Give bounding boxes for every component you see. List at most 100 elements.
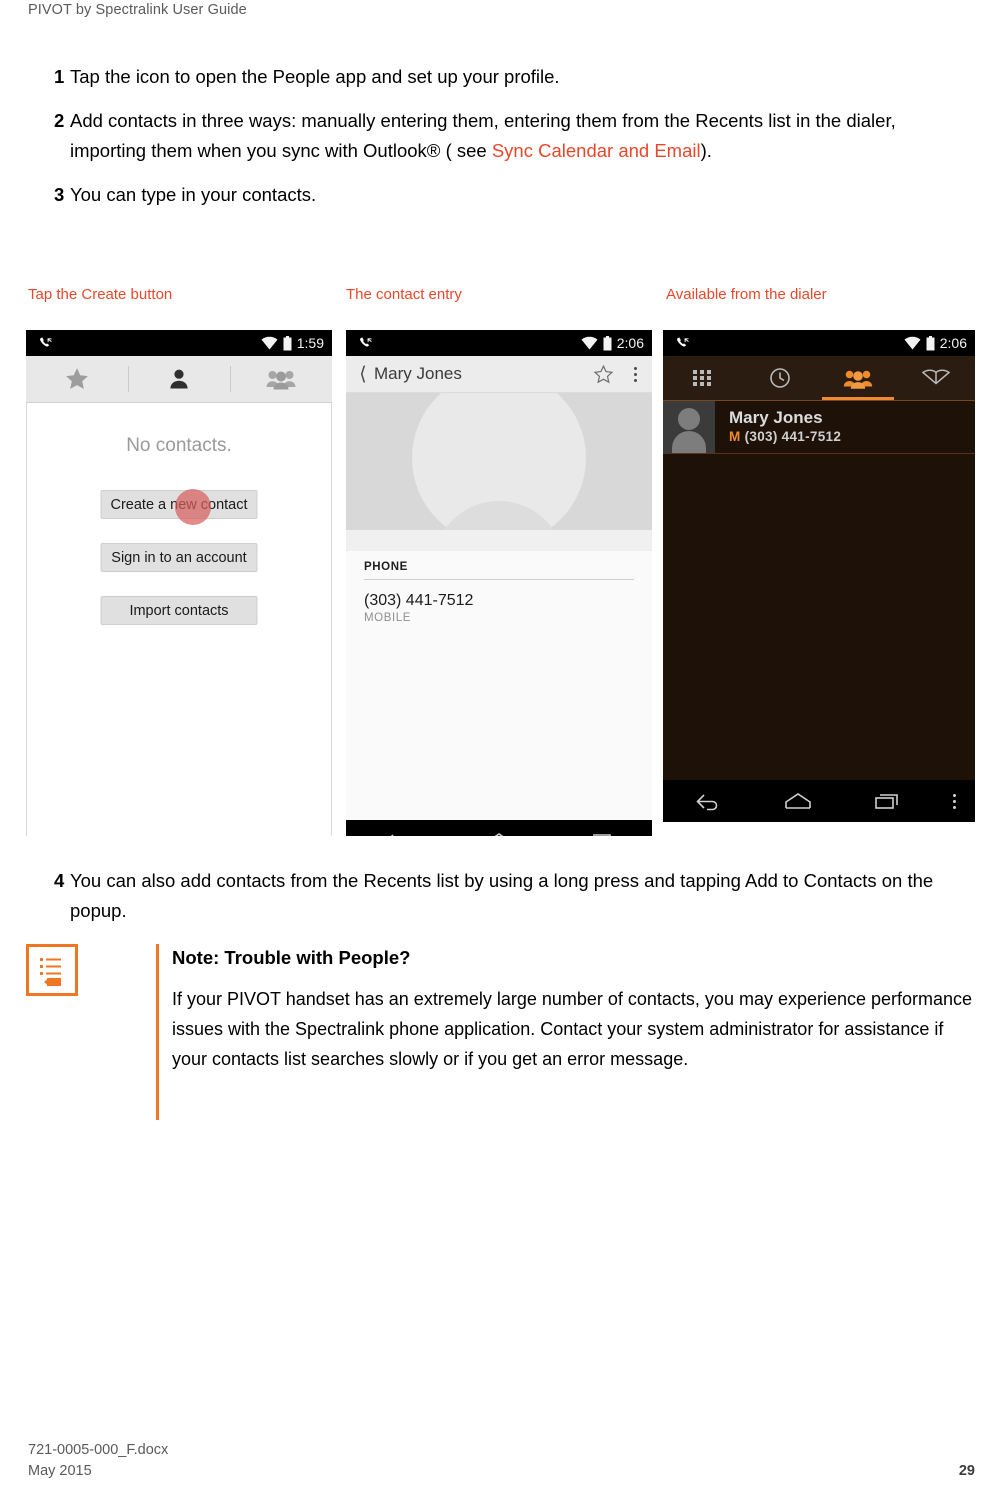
section-label-phone: PHONE [364, 561, 634, 580]
nav-overflow-button[interactable] [933, 793, 975, 809]
step-number: 3 [54, 184, 65, 205]
status-clock: 2:06 [939, 335, 967, 351]
wifi-icon [904, 336, 921, 350]
overflow-menu-icon[interactable] [618, 366, 652, 382]
tab-groups[interactable] [230, 356, 332, 402]
android-nav-bar [346, 820, 652, 836]
contact-detail-filler [346, 624, 652, 820]
empty-state-message: No contacts. [126, 435, 232, 456]
avatar-body-shape [672, 431, 706, 453]
avatar-head-shape [678, 408, 700, 430]
tab-favorites[interactable] [26, 356, 128, 402]
list-item[interactable]: Mary Jones M (303) 441-7512 [663, 401, 975, 454]
screenshot-contact-entry: 2:06 ⟨ Mary Jones PHONE (303) 441-7512 M… [346, 330, 652, 836]
note-title: Note: Trouble with People? [172, 947, 411, 968]
android-nav-bar [663, 780, 975, 822]
status-bar: 1:59 [26, 330, 332, 356]
step-text: You can also add contacts from the Recen… [70, 870, 934, 921]
battery-icon [283, 335, 292, 350]
contact-avatar [663, 401, 715, 453]
tab-keypad[interactable] [663, 356, 741, 400]
overflow-dot [952, 799, 956, 803]
group-icon [266, 371, 296, 390]
tab-all-contacts[interactable] [128, 356, 230, 402]
contact-action-bar: ⟨ Mary Jones [346, 356, 652, 393]
photo-divider [346, 530, 652, 550]
status-bar-right: 1:59 [261, 333, 324, 353]
step-text-part: Add contacts in three ways: manually ent… [70, 110, 896, 161]
back-chevron-icon[interactable]: ⟨ [352, 356, 374, 393]
wifi-icon [581, 336, 598, 350]
footer-doc-id: 721-0005-000_F.docx [28, 1442, 169, 1458]
overflow-dot [952, 793, 956, 797]
status-bar-right: 2:06 [904, 333, 967, 353]
list-item: 2 Add contacts in three ways: manually e… [0, 106, 1003, 166]
tab-contacts[interactable] [819, 356, 897, 400]
status-clock: 2:06 [616, 335, 644, 351]
note-list-icon [26, 944, 78, 996]
nav-home-button[interactable] [753, 791, 843, 811]
back-arrow-icon [696, 794, 718, 811]
number-type-initial: M [729, 429, 741, 444]
nav-recents-button[interactable] [843, 791, 933, 811]
sign-in-account-button[interactable]: Sign in to an account [100, 543, 258, 572]
contacts-list-filler [663, 454, 975, 780]
list-item: 1 Tap the icon to open the People app an… [0, 62, 1003, 92]
nav-back-button[interactable] [663, 791, 753, 811]
status-bar-right: 2:06 [581, 333, 644, 353]
people-empty-body: No contacts. Create a new contact Sign i… [26, 403, 332, 836]
screenshot-row: 1:59 No contacts. Create a new contact S… [0, 330, 1003, 838]
contact-number: (303) 441-7512 [744, 429, 842, 444]
overflow-dot [952, 805, 956, 809]
caption-contact-entry: The contact entry [346, 286, 462, 303]
recents-icon [875, 794, 898, 809]
star-icon [66, 368, 88, 389]
step-list: 1 Tap the icon to open the People app an… [0, 62, 1003, 224]
screenshot-people-empty: 1:59 No contacts. Create a new contact S… [26, 330, 332, 836]
step-text: Add contacts in three ways: manually ent… [70, 106, 960, 166]
contact-name-title: Mary Jones [374, 364, 462, 383]
status-bar: 2:06 [346, 330, 652, 356]
contact-phone-type: MOBILE [364, 612, 412, 624]
contact-name: Mary Jones [729, 408, 823, 427]
contact-photo-placeholder [346, 393, 652, 530]
active-tab-indicator [822, 397, 894, 400]
battery-icon [603, 335, 612, 350]
list-item: 3 You can type in your contacts. [0, 180, 1003, 210]
open-book-icon [921, 369, 951, 385]
tab-favorites[interactable] [897, 356, 975, 400]
step-list-continued: 4 You can also add contacts from the Rec… [0, 866, 1003, 940]
favorite-star-button[interactable] [588, 364, 618, 385]
cross-reference-link[interactable]: Sync Calendar and Email [492, 140, 701, 161]
dialer-tab-bar [663, 356, 975, 400]
step-text-part: You can type in your contacts. [70, 184, 317, 205]
recents-icon [593, 834, 611, 836]
contact-phone-number[interactable]: (303) 441-7512 [364, 592, 634, 610]
figure-caption-row: Tap the Create button The contact entry … [0, 286, 1003, 312]
clock-icon [770, 368, 790, 388]
page-number: 29 [958, 1463, 975, 1479]
home-icon [785, 793, 811, 809]
nav-recents-button[interactable] [550, 831, 652, 836]
nav-home-button[interactable] [448, 831, 550, 836]
step-number: 4 [54, 870, 65, 891]
person-icon [170, 369, 188, 389]
missed-call-icon [358, 335, 374, 351]
create-new-contact-button[interactable]: Create a new contact [100, 490, 258, 519]
step-text: You can type in your contacts. [70, 180, 960, 210]
step-text: Tap the icon to open the People app and … [70, 62, 960, 92]
contact-row-text: Mary Jones M (303) 441-7512 [715, 408, 841, 446]
nav-back-button[interactable] [346, 831, 448, 836]
note-body: Note: Trouble with People? If your PIVOT… [172, 944, 976, 1074]
caption-tap-create: Tap the Create button [28, 286, 173, 303]
tab-recents[interactable] [741, 356, 819, 400]
step-text-part: Tap the icon to open the People app and … [70, 66, 560, 87]
status-clock: 1:59 [296, 335, 324, 351]
keypad-icon [693, 370, 711, 386]
home-icon [494, 833, 504, 836]
page-footer: 721-0005-000_F.docx May 2015 29 [28, 1440, 975, 1482]
back-arrow-icon [390, 834, 394, 836]
people-tab-bar [26, 356, 332, 403]
list-item: 4 You can also add contacts from the Rec… [0, 866, 1003, 926]
import-contacts-button[interactable]: Import contacts [100, 596, 258, 625]
